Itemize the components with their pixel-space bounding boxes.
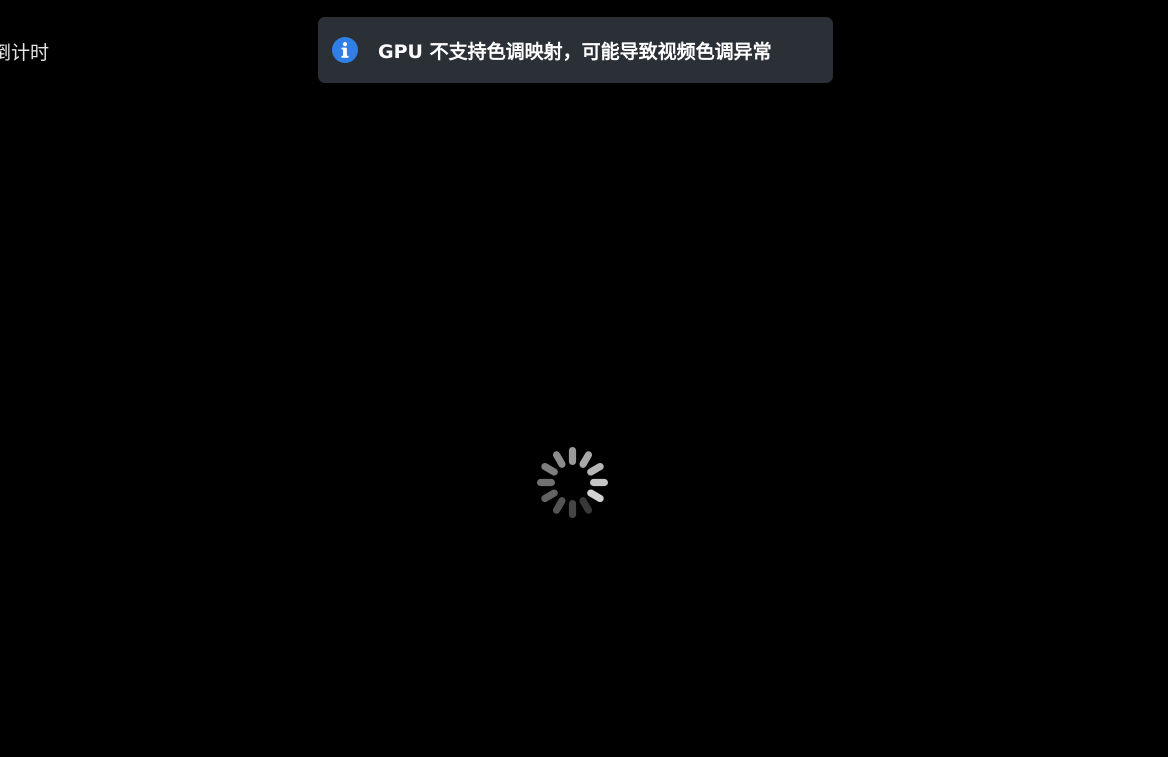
- spinner-bar: [552, 451, 566, 468]
- spinner-bars: [537, 447, 608, 518]
- spinner-bar: [541, 462, 558, 476]
- gpu-warning-toast: GPU 不支持色调映射，可能导致视频色调异常: [318, 17, 833, 83]
- toast-message: GPU 不支持色调映射，可能导致视频色调异常: [378, 40, 772, 63]
- info-icon: [332, 37, 358, 63]
- spinner-bar: [587, 462, 604, 476]
- spinner-bar: [568, 500, 577, 518]
- video-player-stage[interactable]: 倒计时 GPU 不支持色调映射，可能导致视频色调异常: [0, 0, 1168, 757]
- spinner-bar: [579, 451, 593, 468]
- spinner-bar: [579, 497, 593, 514]
- spinner-bar: [590, 478, 608, 487]
- spinner-bar: [587, 489, 604, 503]
- loading-spinner-icon: [537, 447, 608, 518]
- spinner-bar: [541, 489, 558, 503]
- spinner-bar: [552, 497, 566, 514]
- countdown-label: 倒计时: [0, 42, 50, 64]
- spinner-bar: [537, 478, 555, 487]
- spinner-bar: [568, 447, 577, 465]
